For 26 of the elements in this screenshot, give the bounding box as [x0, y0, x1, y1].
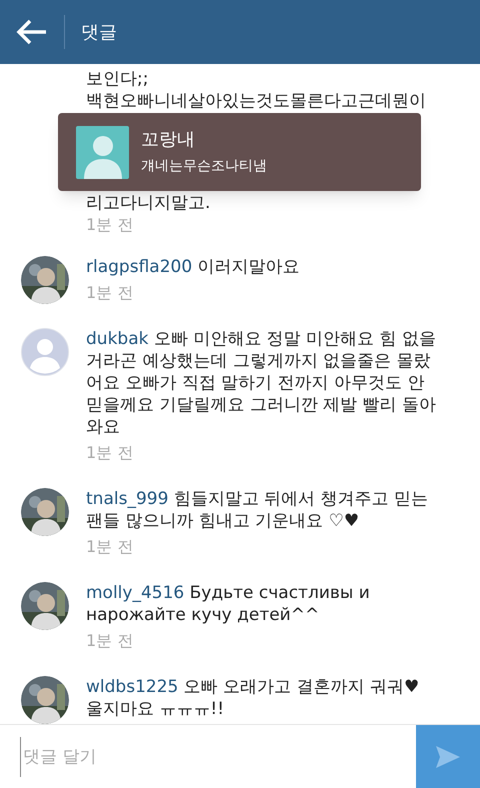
back-icon [16, 18, 48, 46]
comment-text: rlagpsfla200 이러지말아요 [86, 256, 301, 278]
comment-text: 백현오빠니네살아있는것도몰른다고근데뭔이 [86, 90, 427, 112]
header-title: 댓글 [81, 20, 117, 44]
username-link[interactable]: dukbak [86, 329, 148, 349]
comment-text: molly_4516 Будьте счастливы и нарожайте кучу детей^^ [86, 582, 371, 626]
username-link[interactable]: wldbs1225 [86, 677, 178, 697]
comment-text: tnals_999 힘들지말고 뒤에서 챙겨주고 믿는 팬들 많으니까 힘내고 기운내요 ♡♥ [86, 488, 430, 532]
comment-text: 리고다니지말고. [86, 192, 212, 214]
timestamp: 1분 전 [86, 630, 134, 652]
username-link[interactable]: rlagpsfla200 [86, 257, 192, 277]
avatar-icon [21, 328, 69, 376]
avatar-icon [76, 126, 129, 178]
username-link[interactable]: tnals_999 [86, 489, 168, 509]
username-link[interactable]: molly_4516 [86, 583, 184, 603]
comment-text: 보인다;; [86, 68, 150, 90]
send-icon [436, 746, 460, 768]
notification-card[interactable]: 꼬랑내 걔네는무슨조나티냄 [58, 113, 421, 191]
notification-message: 걔네는무슨조나티냄 [141, 157, 267, 176]
notification-title: 꼬랑내 [141, 128, 196, 152]
timestamp: 1분 전 [86, 442, 134, 464]
timestamp: 1분 전 [86, 536, 134, 558]
timestamp: 1분 전 [86, 282, 134, 304]
comment-text: wldbs1225 오빠 오래가고 결혼까지 궈궈♥ 울지마요 ㅠㅠㅠ!! [86, 676, 420, 720]
comment-text: dukbak 오빠 미안해요 정말 미안해요 힘 없을거라곤 예상했는데 그렇게까지 없을줄은 몰랐어요 오빠가 직접 말하기 전까지 아무것도 안믿을께요 기달릴께요 그러니깐 제발 빨리 돌아와요 [86, 328, 438, 438]
timestamp: 1분 전 [86, 214, 134, 236]
